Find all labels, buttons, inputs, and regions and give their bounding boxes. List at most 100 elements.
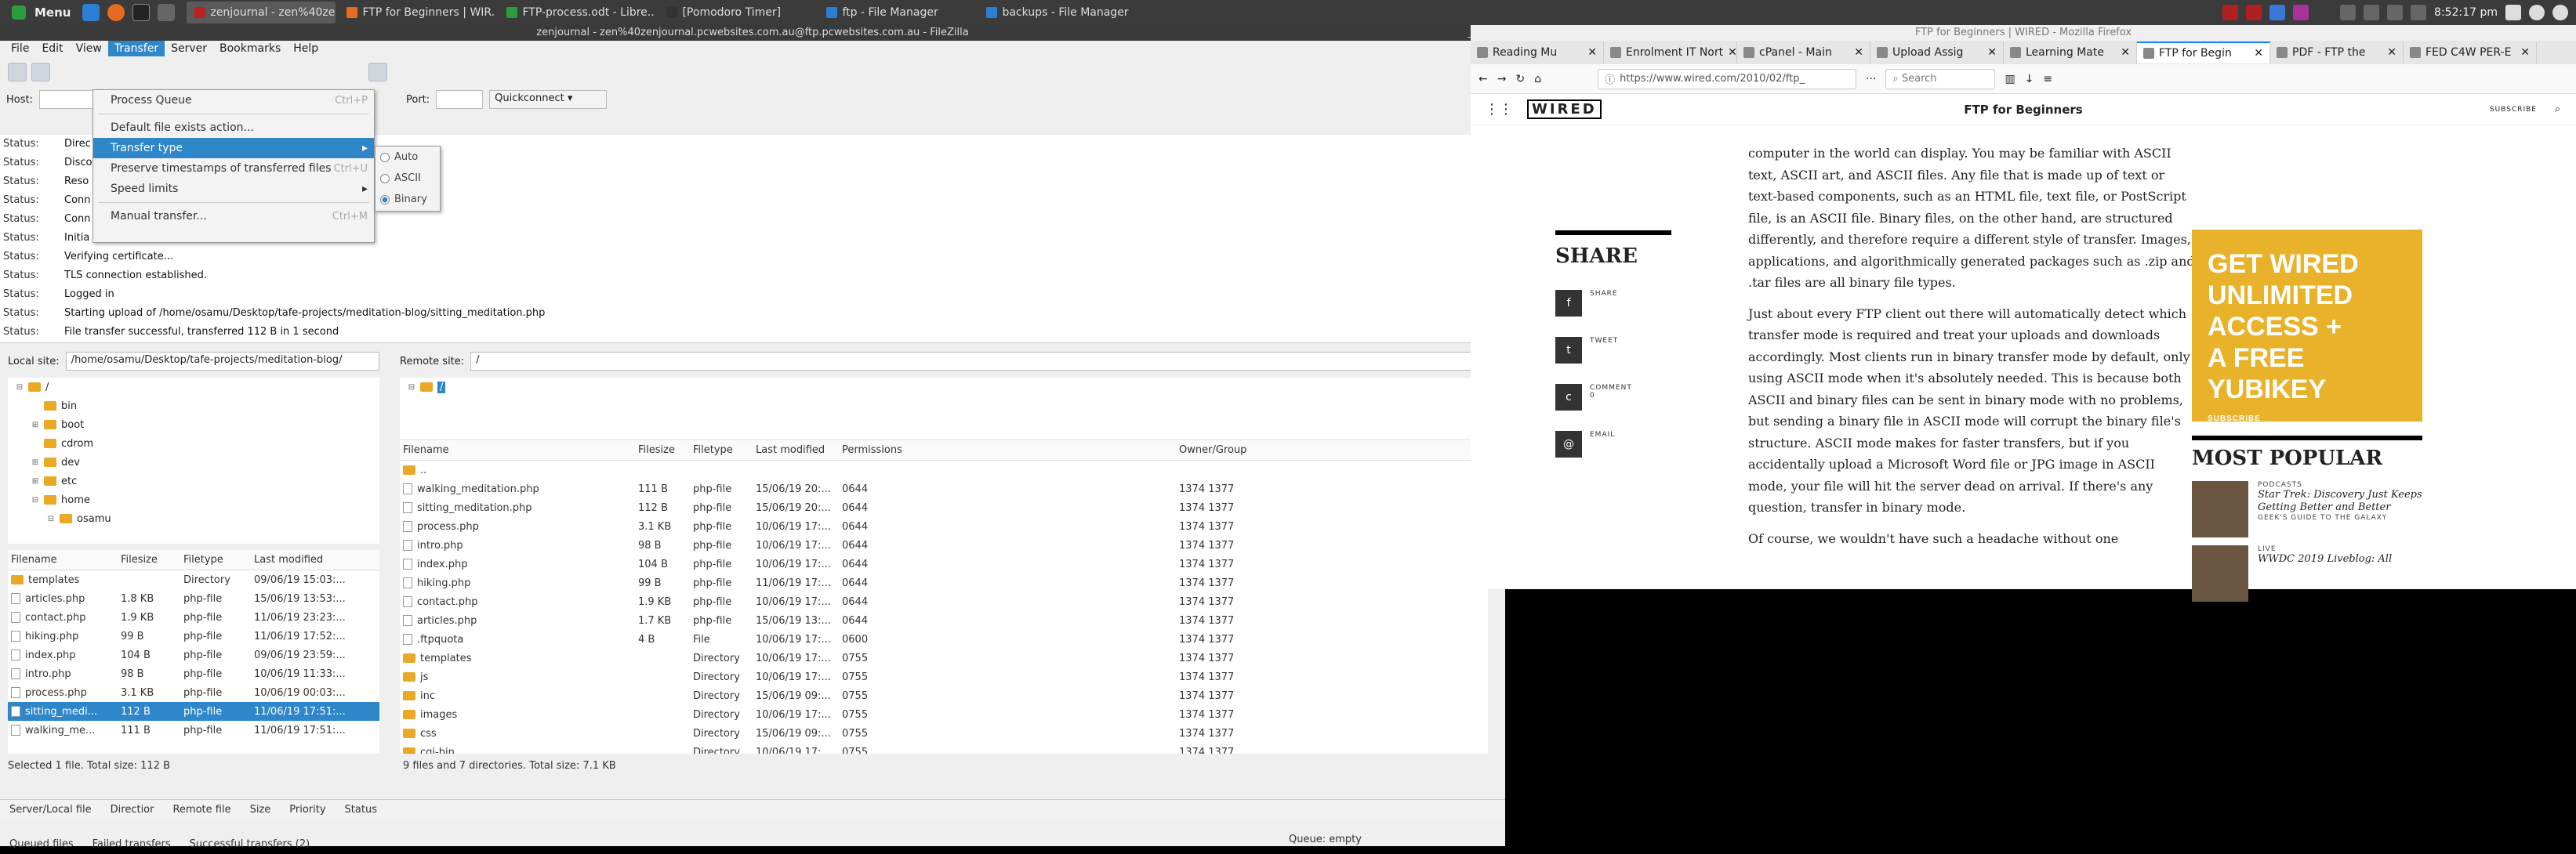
file-row[interactable]: .. [400,461,1488,479]
remote-tree[interactable]: ⊟ / [400,378,1488,439]
popular-item[interactable]: PODCASTS Star Trek: Discovery Just Keeps … [2192,481,2422,537]
expand-icon[interactable]: ⊞ [31,477,39,486]
local-file-list[interactable]: Filename Filesize Filetype Last modified tem… [8,550,379,754]
tab-close-icon[interactable]: ✕ [2254,47,2263,60]
column-header[interactable]: Filetype [690,444,753,456]
tab-close-icon[interactable]: ✕ [1728,46,1736,59]
queue-column[interactable]: Server/Local file [0,804,101,816]
menu-view[interactable]: View [70,41,108,56]
browser-tab[interactable]: FED C4W PER-E ✕ [2404,42,2537,63]
tree-node[interactable]: ⊟ home [8,490,379,509]
shield-icon[interactable] [2364,5,2380,20]
reload-icon[interactable]: ↻ [1515,73,1525,85]
file-row[interactable]: sitting_medi... 112 B php-file 11/06/19 17:… [8,702,379,721]
column-header[interactable]: Filename [8,554,118,566]
tab-close-icon[interactable]: ✕ [1587,46,1597,59]
taskbar-task[interactable]: FTP-process.odt - Libre... [499,2,655,24]
menu-icon[interactable]: ≡ [2043,73,2052,85]
browser-tab[interactable]: Enrolment IT Nort ✕ [1604,42,1737,63]
tree-node[interactable]: ⊟ / [8,378,379,396]
url-bar[interactable]: ⓘ https://www.wired.com/2010/02/ftp_ [1598,68,1857,89]
queue-tab[interactable]: Failed transfers [83,838,180,850]
port-input[interactable] [436,90,484,109]
file-row[interactable]: contact.php 1.9 KB php-file 11/06/19 23:23:… [8,608,379,627]
search-icon[interactable]: ⌕ [2555,103,2560,115]
home-icon[interactable]: ⌂ [1534,73,1541,85]
menu-item[interactable]: Process Queue Ctrl+P [93,90,374,110]
queue-column[interactable]: Directior [101,804,164,816]
queue-column[interactable]: Status [336,804,386,816]
tray-app-icon[interactable] [2222,5,2239,20]
tree-node[interactable]: ⊞ boot [8,415,379,434]
wired-logo[interactable]: WIRED [1527,100,1602,119]
tree-node[interactable]: ⊞ etc [8,472,379,490]
tab-close-icon[interactable]: ✕ [1854,46,1863,59]
queue-column[interactable]: Priority [280,804,335,816]
browser-tab[interactable]: PDF - FTP the ✕ [2270,42,2404,63]
queue-tab[interactable]: Queued files [0,838,83,850]
file-row[interactable]: hiking.php 99 B php-file 11/06/19 17:52:... [8,627,379,646]
queue-column[interactable]: Size [241,804,281,816]
queue-tab[interactable]: Successful transfers (2) [180,838,320,850]
dropbox-icon[interactable] [2340,5,2356,20]
file-row[interactable]: walking_meditation.php 111 B php-file 15/06… [400,479,1488,498]
firefox-launcher-icon[interactable] [107,4,125,21]
page-actions-icon[interactable]: ··· [1866,73,1876,85]
popular-item[interactable]: LIVE WWDC 2019 Liveblog: All [2192,545,2422,602]
terminal-launcher-icon[interactable] [132,4,151,21]
menu-file[interactable]: File [5,41,35,56]
local-tree[interactable]: ⊟ / bin ⊞ boot cdrom ⊞ dev ⊞ etc ⊟ home ⊟ osamu [8,378,379,544]
menu-item[interactable]: Manual transfer... Ctrl+M [93,206,374,226]
show-desktop-icon[interactable] [82,4,100,21]
menu-item[interactable]: Transfer type ▸ [93,138,374,158]
remote-file-list[interactable]: Filename Filesize Filetype Last modified Per… [400,440,1488,754]
chrome-icon[interactable] [2529,5,2545,20]
menu-item[interactable]: Preserve timestamps of transferred files… [93,158,374,179]
browser-tab[interactable]: Upload Assig ✕ [1870,42,2004,63]
site-manager-icon[interactable] [8,63,27,81]
file-row[interactable]: hiking.php 99 B php-file 11/06/19 17:... 064… [400,574,1488,592]
taskbar-task[interactable]: [Pomodoro Timer] [659,2,815,24]
forward-icon[interactable]: → [1497,73,1507,85]
quickconnect-button[interactable]: Quickconnect ▾ [489,90,608,109]
expand-icon[interactable]: ⊟ [31,496,39,505]
tray-app-icon[interactable] [2269,5,2286,20]
tree-node[interactable]: ⊟ osamu [8,509,379,528]
share-item[interactable]: t TWEET [1555,337,1671,364]
share-item[interactable]: f SHARE [1555,290,1671,317]
info-icon[interactable]: ⓘ [1605,71,1615,86]
find-icon[interactable] [368,63,387,81]
file-row[interactable]: process.php 3.1 KB php-file 10/06/19 17:...… [400,517,1488,536]
column-header[interactable]: Filetype [180,554,251,566]
user-icon[interactable] [2505,5,2521,20]
search-bar[interactable]: ⌕ Search [1885,68,1996,89]
start-menu-button[interactable]: Menu [0,0,78,25]
file-row[interactable]: .ftpquota 4 B File 10/06/19 17:... 0600 1374 … [400,630,1488,649]
tree-node[interactable]: ⊟ / [400,378,1488,396]
taskbar-task[interactable]: FTP for Beginners | WIR... [339,2,495,24]
tab-close-icon[interactable]: ✕ [2387,46,2396,59]
menu-server[interactable]: Server [165,41,213,56]
files-launcher-icon[interactable] [158,4,176,21]
tree-node[interactable]: cdrom [8,434,379,453]
share-item[interactable]: @ EMAIL [1555,431,1671,458]
file-row[interactable]: templates Directory 09/06/19 15:03:... [8,570,379,589]
file-row[interactable]: templates Directory 10/06/19 17:... 0755 137… [400,649,1488,668]
file-row[interactable]: cgi-bin Directory 10/06/19 17:... 0755 1374 … [400,743,1488,754]
taskbar-task[interactable]: ftp - File Manager [818,2,975,24]
transfer-type-option[interactable]: Auto [376,147,440,168]
file-row[interactable]: css Directory 15/06/19 09:... 0755 1374 1377 [400,724,1488,743]
file-row[interactable]: articles.php 1.7 KB php-file 15/06/19 13:..… [400,611,1488,630]
tree-node[interactable]: ⊞ dev [8,453,379,472]
file-row[interactable]: walking_me... 111 B php-file 11/06/19 17:51… [8,721,379,740]
taskbar-task[interactable]: zenjournal - zen%40zenj... [187,2,336,24]
file-row[interactable]: inc Directory 15/06/19 09:... 0755 1374 1377 [400,686,1488,705]
expand-icon[interactable]: ⊟ [47,515,55,523]
expand-icon[interactable]: ⊟ [16,383,24,392]
browser-tab[interactable]: Learning Mate ✕ [2004,42,2137,63]
file-row[interactable]: js Directory 10/06/19 17:... 0755 1374 1377 [400,668,1488,686]
local-path-input[interactable]: /home/osamu/Desktop/tafe-projects/medita… [65,352,379,371]
menu-edit[interactable]: Edit [35,41,69,56]
library-icon[interactable]: ▥ [2005,73,2015,85]
file-row[interactable]: process.php 3.1 KB php-file 10/06/19 00:03:… [8,683,379,702]
